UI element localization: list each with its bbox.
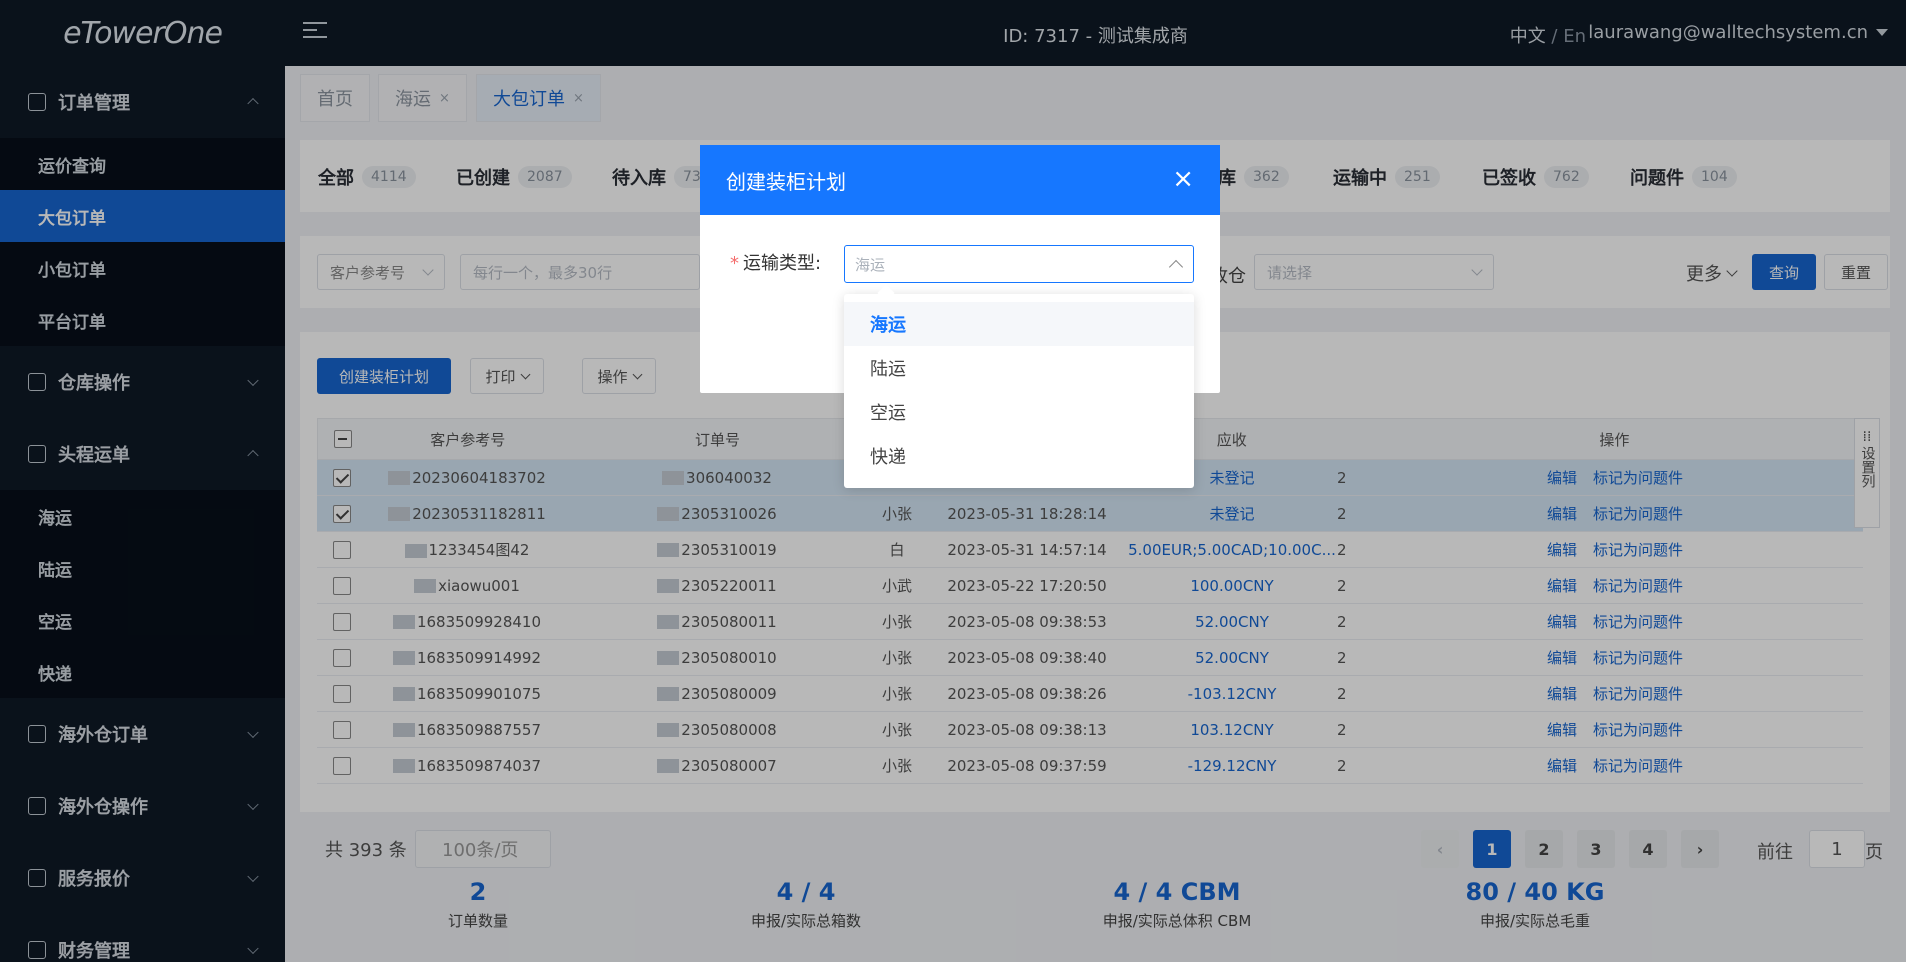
dialog-title: 创建装柜计划 — [726, 169, 846, 194]
close-icon[interactable]: × — [1172, 166, 1194, 192]
transport-type-label: * 运输类型: — [730, 249, 821, 275]
transport-type-dropdown: 海运 陆运 空运 快递 — [844, 284, 1194, 488]
option-express[interactable]: 快递 — [844, 434, 1194, 478]
required-mark: * — [730, 253, 739, 274]
chevron-up-icon — [1168, 259, 1184, 275]
transport-type-placeholder: 海运 — [855, 255, 886, 274]
option-air[interactable]: 空运 — [844, 390, 1194, 434]
transport-type-label-text: 运输类型: — [743, 253, 822, 274]
option-land[interactable]: 陆运 — [844, 346, 1194, 390]
transport-type-select[interactable]: 海运 — [844, 245, 1194, 283]
dialog-header: 创建装柜计划 × — [700, 145, 1220, 215]
option-sea[interactable]: 海运 — [844, 302, 1194, 346]
